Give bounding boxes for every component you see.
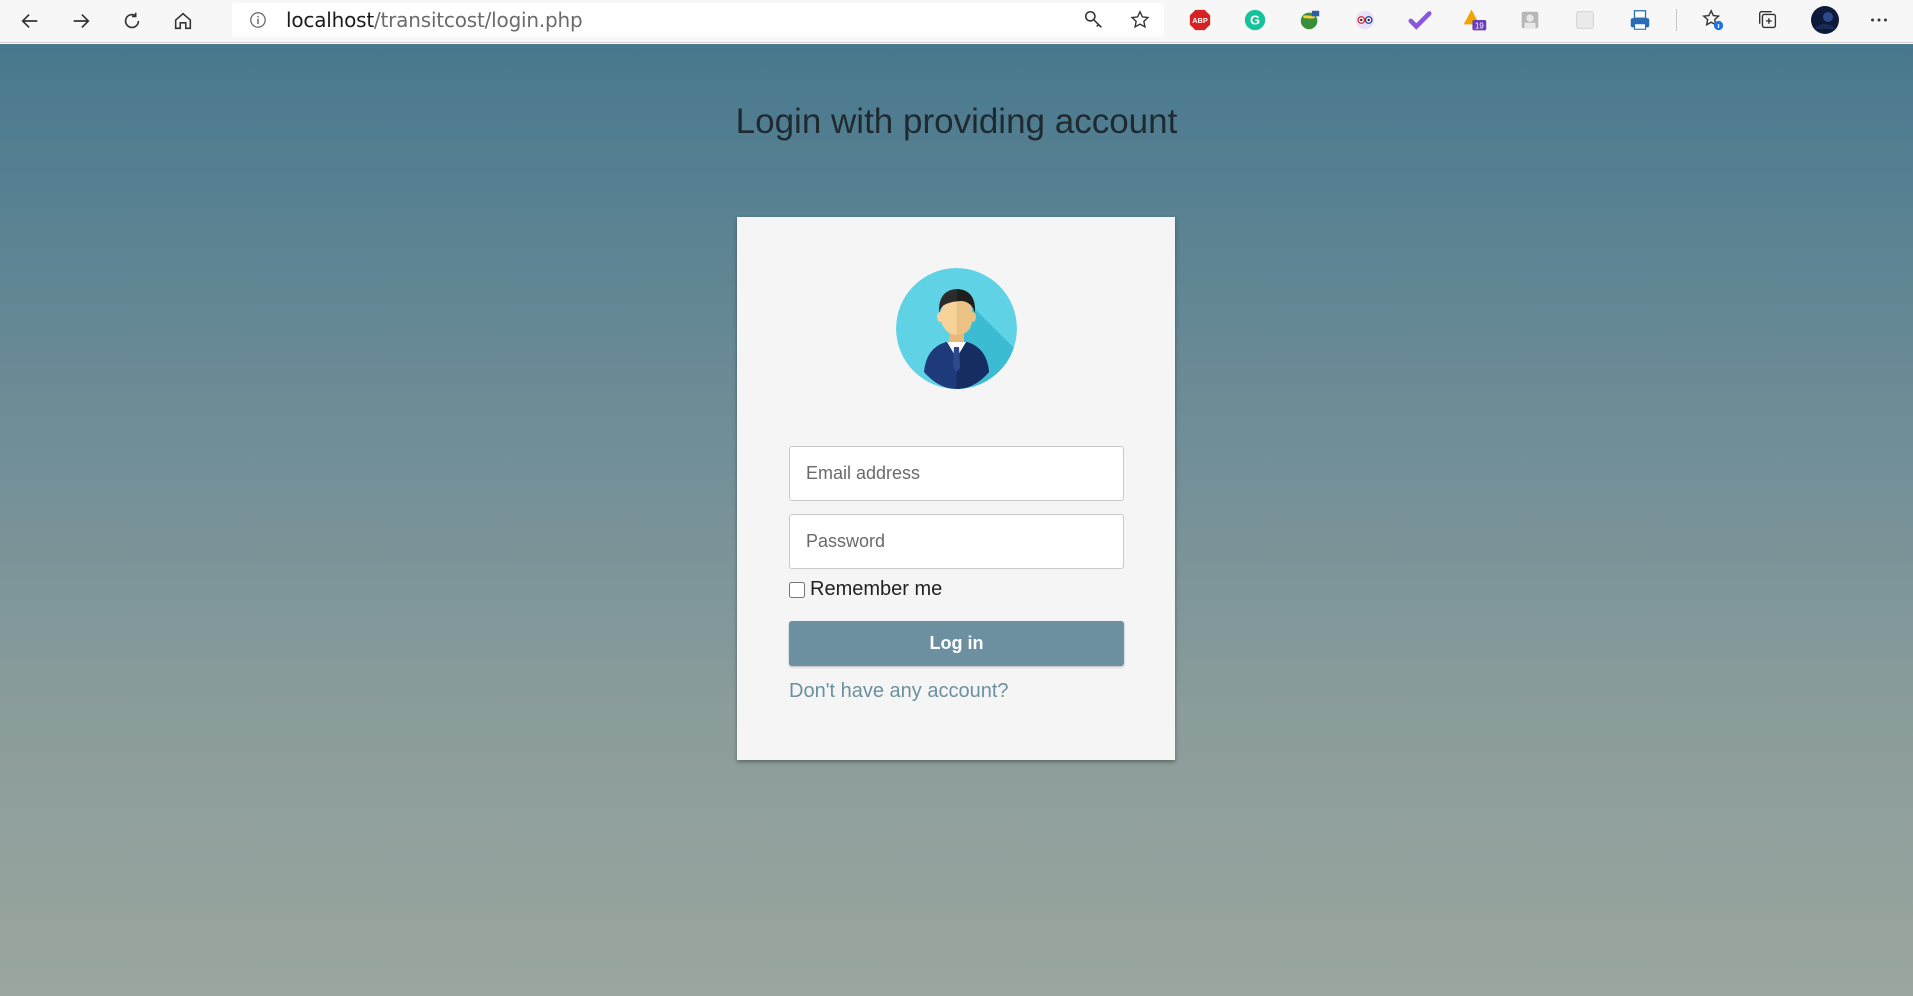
signup-link[interactable]: Don't have any account? (789, 680, 1009, 703)
toolbar-separator (1676, 9, 1677, 31)
globe-extension-icon[interactable] (1297, 7, 1323, 33)
url-host: localhost (286, 8, 374, 32)
page-background: Login with providing account Email addre… (0, 44, 1913, 996)
remember-me-checkbox[interactable] (789, 581, 805, 598)
favorites-icon[interactable] (1700, 7, 1726, 33)
url-text[interactable]: localhost/transitcost/login.php (286, 8, 583, 32)
eyes-extension-icon[interactable] (1352, 7, 1378, 33)
info-icon[interactable] (248, 10, 268, 30)
remember-me[interactable]: Remember me (789, 578, 942, 601)
browser-toolbar: localhost/transitcost/login.php ABP G 19 (0, 0, 1913, 43)
address-bar[interactable]: localhost/transitcost/login.php (232, 3, 1164, 37)
arrow-left-icon (21, 13, 38, 29)
user-avatar-icon (896, 268, 1017, 389)
svg-text:ABP: ABP (1192, 16, 1208, 25)
home-button[interactable] (163, 4, 203, 38)
more-menu-icon[interactable] (1866, 7, 1892, 33)
url-path: /transitcost/login.php (373, 8, 583, 32)
portrait-extension-icon[interactable] (1517, 7, 1543, 33)
remember-me-label: Remember me (810, 578, 943, 600)
back-button[interactable] (10, 4, 50, 38)
profile-avatar-icon[interactable] (1810, 5, 1840, 35)
badge-extension-icon[interactable]: 19 (1462, 7, 1488, 33)
refresh-button[interactable] (112, 4, 152, 38)
collections-icon[interactable] (1755, 7, 1781, 33)
arrow-right-icon (73, 13, 90, 29)
forward-button[interactable] (61, 4, 101, 38)
svg-text:19: 19 (1475, 22, 1484, 31)
printer-extension-icon[interactable] (1627, 7, 1653, 33)
grammarly-icon[interactable]: G (1242, 7, 1268, 33)
star-icon[interactable] (1128, 8, 1152, 32)
key-icon[interactable] (1082, 8, 1106, 32)
svg-text:G: G (1250, 13, 1260, 28)
password-field[interactable] (789, 514, 1124, 569)
page-title: Login with providing account (735, 102, 1178, 141)
login-button[interactable]: Log in (789, 621, 1124, 666)
login-card: Remember me Log in Don't have any accoun… (737, 217, 1175, 760)
abp-icon[interactable]: ABP (1187, 7, 1213, 33)
email-field[interactable] (789, 446, 1124, 501)
home-icon (174, 12, 192, 30)
checkmark-extension-icon[interactable] (1407, 7, 1433, 33)
blank-extension-icon[interactable] (1572, 7, 1598, 33)
refresh-icon (124, 12, 140, 29)
